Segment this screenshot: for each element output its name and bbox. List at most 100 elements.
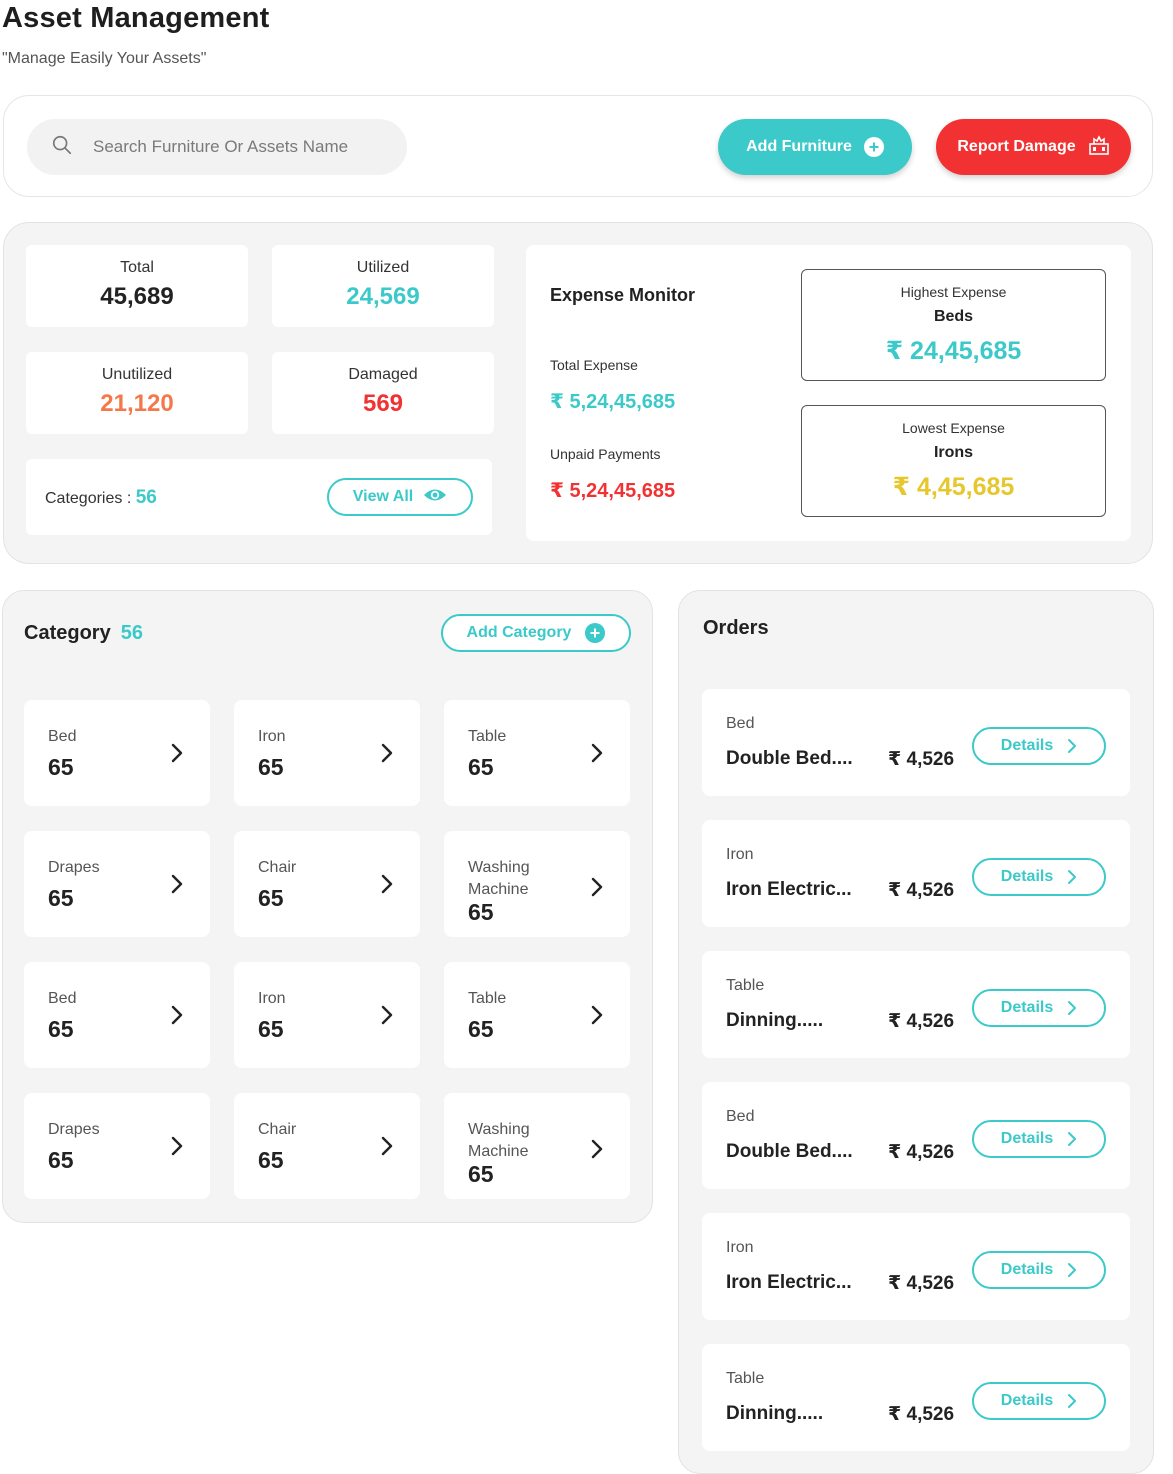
details-label: Details xyxy=(1000,999,1054,1016)
categories-summary: Categories : 56 View All xyxy=(26,459,492,535)
chevron-right-icon xyxy=(171,1136,183,1156)
highest-expense-value: ₹ 24,45,685 xyxy=(885,337,1022,365)
category-tile-name: Washing Machine xyxy=(468,859,530,898)
add-furniture-button[interactable]: Add Furniture xyxy=(718,119,912,175)
view-all-button[interactable]: View All xyxy=(327,478,473,516)
chevron-right-icon xyxy=(591,1139,603,1159)
order-price: ₹ 4,526 xyxy=(888,749,955,770)
orders-title: Orders xyxy=(703,617,769,639)
category-tile-count: 65 xyxy=(258,1147,284,1173)
order-category: Table xyxy=(726,977,765,994)
category-tile-count: 65 xyxy=(48,1147,74,1173)
stats-panel: Total 45,689 Utilized 24,569 Unutilized … xyxy=(3,222,1153,564)
category-tile[interactable]: Chair 65 xyxy=(234,831,420,937)
details-button[interactable]: Details xyxy=(972,989,1106,1027)
details-button[interactable]: Details xyxy=(972,727,1106,765)
stat-unutilized-value: 21,120 xyxy=(100,390,174,417)
chevron-right-icon xyxy=(381,1005,393,1025)
order-card: Bed Double Bed.... ₹ 4,526 Details xyxy=(702,1082,1130,1189)
expense-monitor: Expense Monitor Total Expense ₹ 5,24,45,… xyxy=(526,245,1131,541)
category-tile-count: 65 xyxy=(48,1016,74,1042)
category-tile-name: Iron xyxy=(258,990,286,1007)
category-tile[interactable]: Bed 65 xyxy=(24,700,210,806)
order-name: Iron Electric... xyxy=(726,879,852,900)
category-title-text: Category xyxy=(24,622,111,644)
order-name: Dinning..... xyxy=(726,1403,824,1424)
category-tile[interactable]: Chair 65 xyxy=(234,1093,420,1199)
details-label: Details xyxy=(1000,1130,1054,1147)
category-tile[interactable]: Table 65 xyxy=(444,700,630,806)
category-tile[interactable]: Iron 65 xyxy=(234,962,420,1068)
order-category: Iron xyxy=(726,1239,754,1256)
category-tile[interactable]: Drapes 65 xyxy=(24,1093,210,1199)
page-subtitle: "Manage Easily Your Assets" xyxy=(2,50,207,67)
category-count: 56 xyxy=(120,622,143,644)
details-button[interactable]: Details xyxy=(972,1251,1106,1289)
stat-utilized-label: Utilized xyxy=(356,259,410,276)
order-card: Table Dinning..... ₹ 4,526 Details xyxy=(702,1344,1130,1451)
search-icon xyxy=(51,134,73,161)
order-price: ₹ 4,526 xyxy=(888,880,955,901)
toolbar: Add Furniture Report Damage xyxy=(3,95,1153,197)
stat-damaged: Damaged 569 xyxy=(272,352,494,434)
stat-damaged-value: 569 xyxy=(362,390,404,417)
expense-title: Expense Monitor xyxy=(550,285,696,305)
order-price: ₹ 4,526 xyxy=(888,1273,955,1294)
details-label: Details xyxy=(1000,868,1054,885)
category-tile-count: 65 xyxy=(48,885,74,911)
stat-utilized: Utilized 24,569 xyxy=(272,245,494,327)
order-card: Bed Double Bed.... ₹ 4,526 Details xyxy=(702,689,1130,796)
chevron-right-icon xyxy=(1068,1001,1077,1015)
details-button[interactable]: Details xyxy=(972,858,1106,896)
category-tile-count: 65 xyxy=(468,754,494,780)
view-all-label: View All xyxy=(352,488,414,505)
chevron-right-icon xyxy=(1068,1132,1077,1146)
stat-unutilized: Unutilized 21,120 xyxy=(26,352,248,434)
stat-total-value: 45,689 xyxy=(100,283,174,310)
chevron-right-icon xyxy=(1068,739,1077,753)
category-tile[interactable]: Table 65 xyxy=(444,962,630,1068)
order-card: Iron Iron Electric... ₹ 4,526 Details xyxy=(702,820,1130,927)
category-tile[interactable]: Washing Machine 65 xyxy=(444,1093,630,1199)
chevron-right-icon xyxy=(171,743,183,763)
details-label: Details xyxy=(1000,1392,1054,1409)
search-input[interactable] xyxy=(93,137,393,157)
category-tile-name: Bed xyxy=(48,990,77,1007)
total-expense-label: Total Expense xyxy=(550,357,638,373)
unpaid-payments-value: ₹ 5,24,45,685 xyxy=(550,480,676,502)
lowest-expense-label: Lowest Expense xyxy=(902,420,1005,436)
stat-unutilized-label: Unutilized xyxy=(101,366,173,383)
categories-text: Categories : xyxy=(45,490,136,507)
category-tile-name: Table xyxy=(468,728,507,745)
category-tile-count: 65 xyxy=(468,1161,494,1187)
add-category-button[interactable]: Add Category xyxy=(441,614,631,652)
report-damage-label: Report Damage xyxy=(957,138,1076,155)
category-tile[interactable]: Drapes 65 xyxy=(24,831,210,937)
category-tile-name: Washing Machine xyxy=(468,1121,530,1160)
details-label: Details xyxy=(1000,1261,1054,1278)
categories-summary-label: Categories : 56 xyxy=(45,487,157,509)
order-name: Double Bed.... xyxy=(726,748,853,769)
order-category: Table xyxy=(726,1370,765,1387)
chevron-right-icon xyxy=(171,874,183,894)
stat-utilized-value: 24,569 xyxy=(346,283,420,310)
category-tile-name: Chair xyxy=(258,1121,297,1138)
page-title: Asset Management xyxy=(2,2,270,34)
add-category-label: Add Category xyxy=(466,624,572,641)
category-tile[interactable]: Iron 65 xyxy=(234,700,420,806)
details-button[interactable]: Details xyxy=(972,1120,1106,1158)
search-box[interactable] xyxy=(27,119,407,175)
category-tile-count: 65 xyxy=(258,1016,284,1042)
report-damage-button[interactable]: Report Damage xyxy=(936,119,1131,175)
chevron-right-icon xyxy=(591,743,603,763)
eye-icon xyxy=(423,487,447,508)
category-tile[interactable]: Bed 65 xyxy=(24,962,210,1068)
details-button[interactable]: Details xyxy=(972,1382,1106,1420)
lowest-expense-value: ₹ 4,45,685 xyxy=(892,473,1015,501)
order-name: Iron Electric... xyxy=(726,1272,852,1293)
category-tile-count: 65 xyxy=(468,1016,494,1042)
chevron-right-icon xyxy=(1068,1263,1077,1277)
highest-expense-box: Highest Expense Beds ₹ 24,45,685 xyxy=(801,269,1106,381)
category-tile[interactable]: Washing Machine 65 xyxy=(444,831,630,937)
order-name: Dinning..... xyxy=(726,1010,824,1031)
